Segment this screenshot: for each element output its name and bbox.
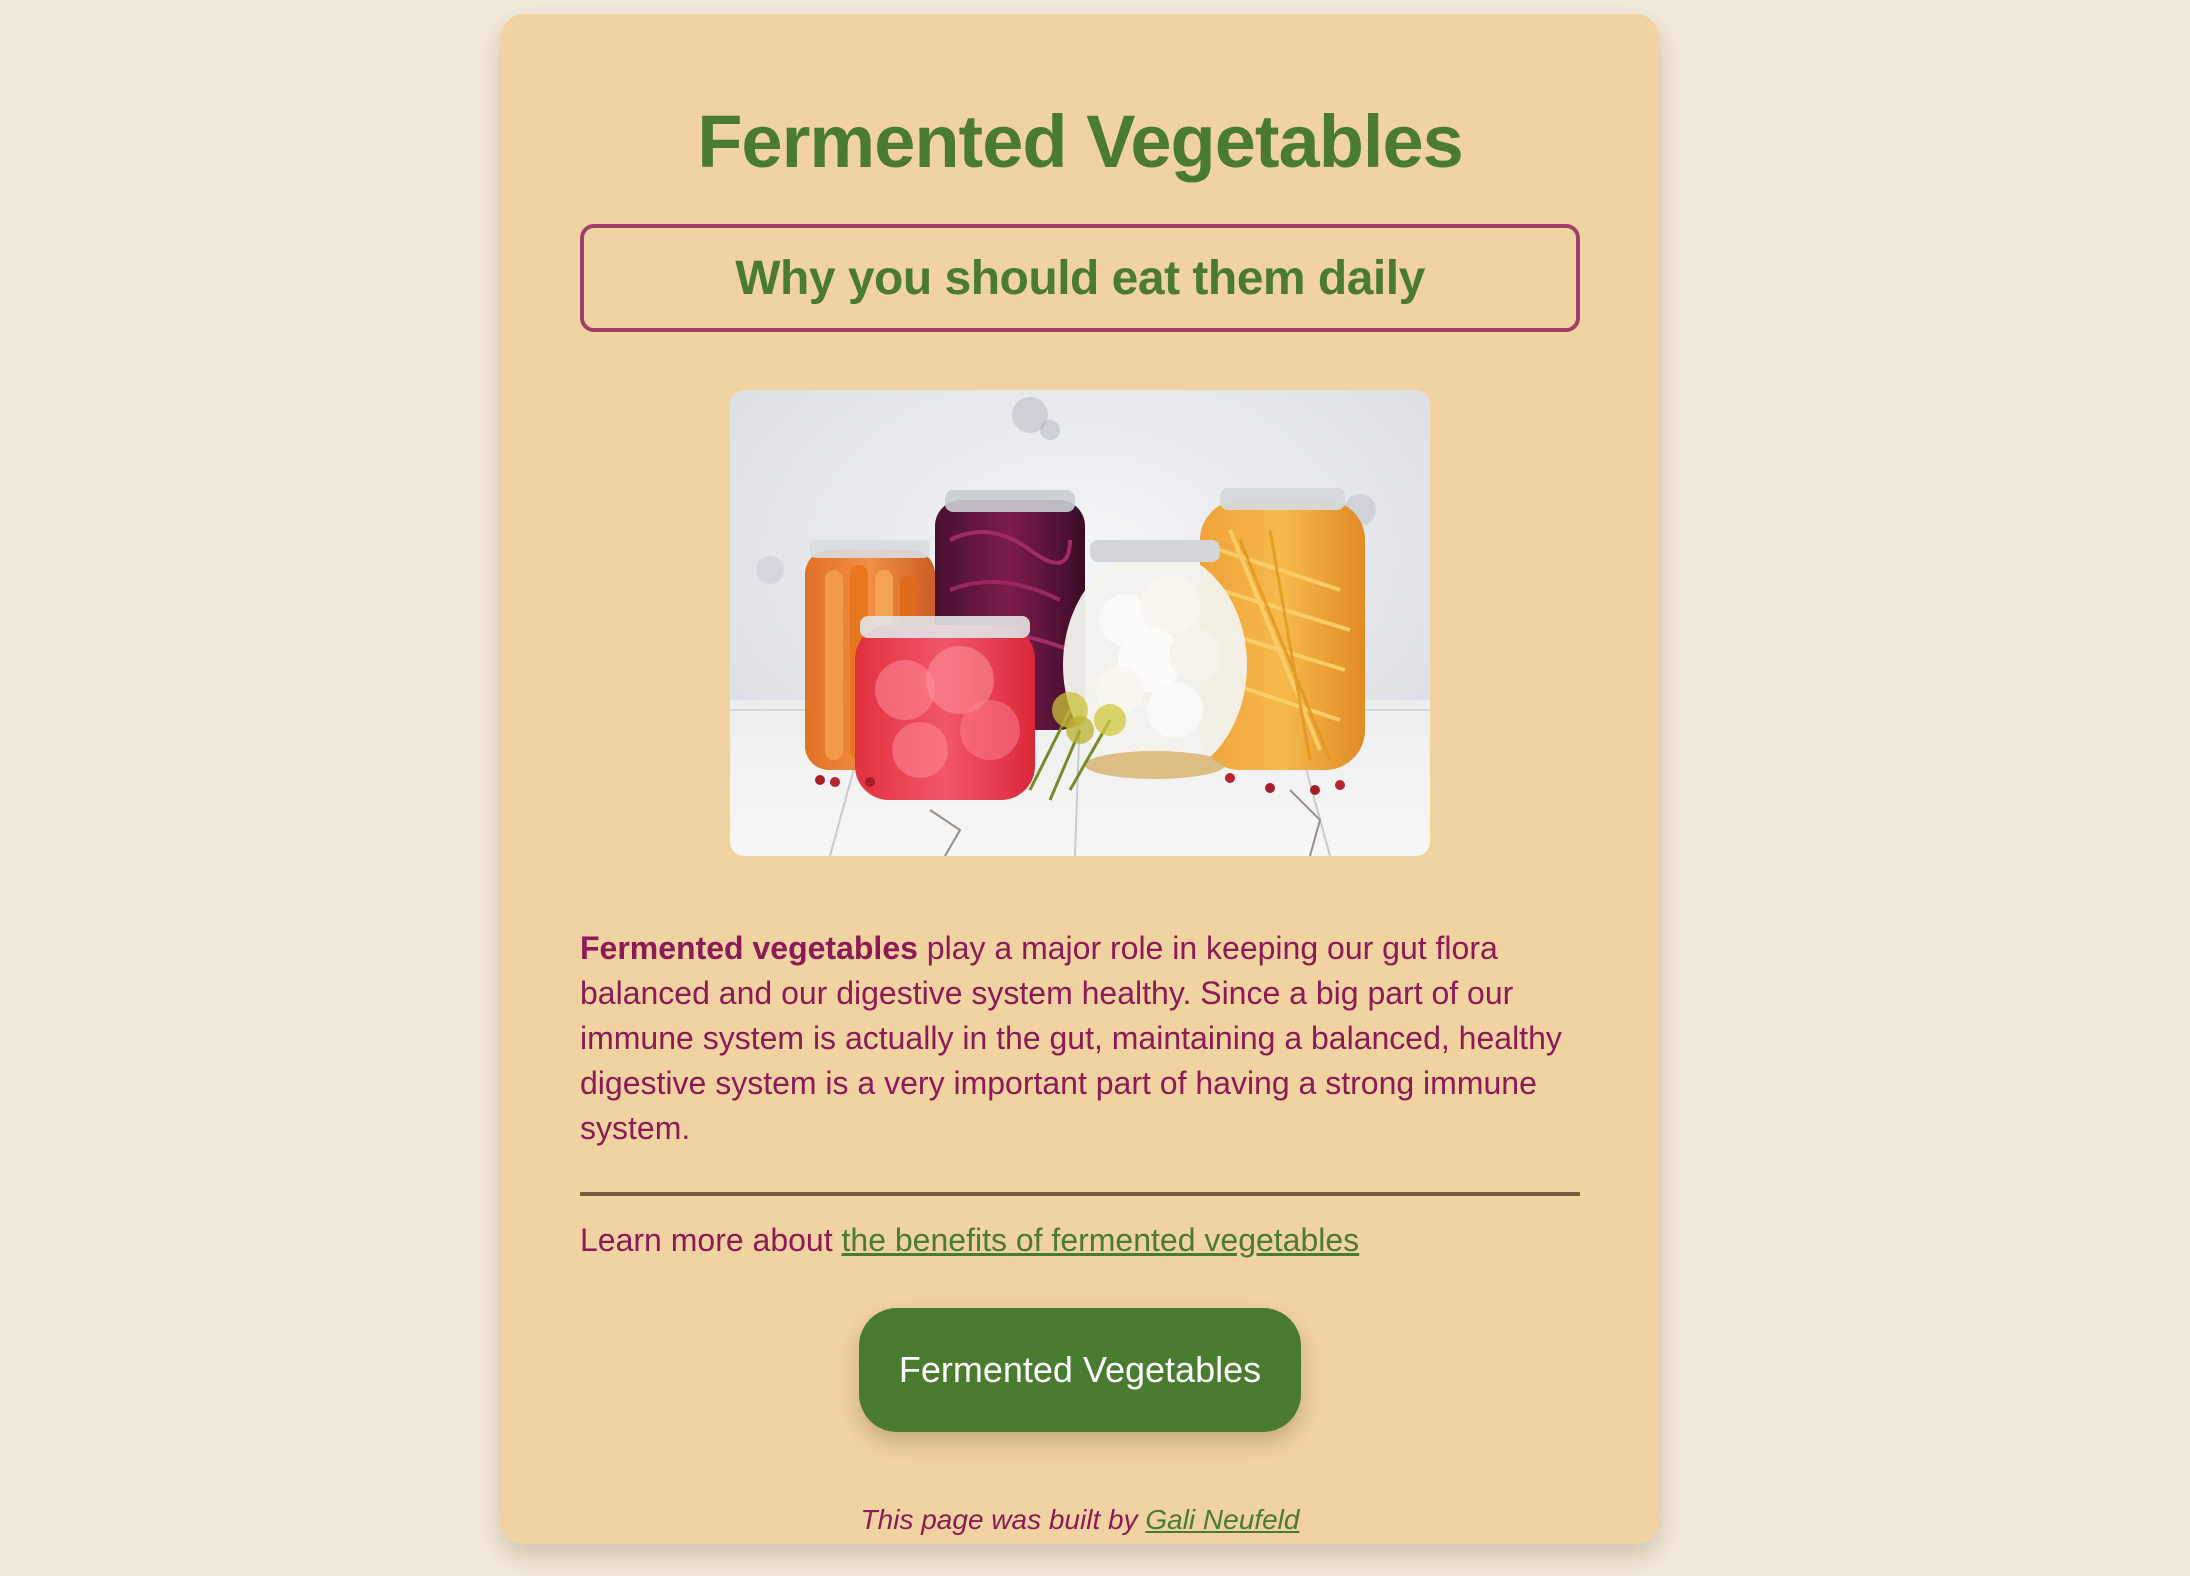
footer-prefix: This page was built by xyxy=(860,1504,1146,1535)
content-card: Fermented Vegetables Why you should eat … xyxy=(500,14,1660,1544)
fermented-vegetables-button[interactable]: Fermented Vegetables xyxy=(859,1308,1301,1432)
learn-more-prefix: Learn more about xyxy=(580,1222,842,1258)
benefits-link[interactable]: the benefits of fermented vegetables xyxy=(842,1222,1360,1258)
subtitle-box: Why you should eat them daily xyxy=(580,224,1580,332)
divider xyxy=(580,1192,1580,1196)
article-body: Fermented vegetables play a major role i… xyxy=(580,926,1590,1151)
hero-image xyxy=(730,390,1430,856)
page-subtitle: Why you should eat them daily xyxy=(735,251,1425,305)
page-title: Fermented Vegetables xyxy=(697,100,1464,183)
learn-more-line: Learn more about the benefits of ferment… xyxy=(580,1218,1580,1262)
author-link[interactable]: Gali Neufeld xyxy=(1145,1504,1299,1535)
article-bold-lead: Fermented vegetables xyxy=(580,930,918,966)
footer: This page was built by Gali Neufeld xyxy=(500,1502,1660,1538)
